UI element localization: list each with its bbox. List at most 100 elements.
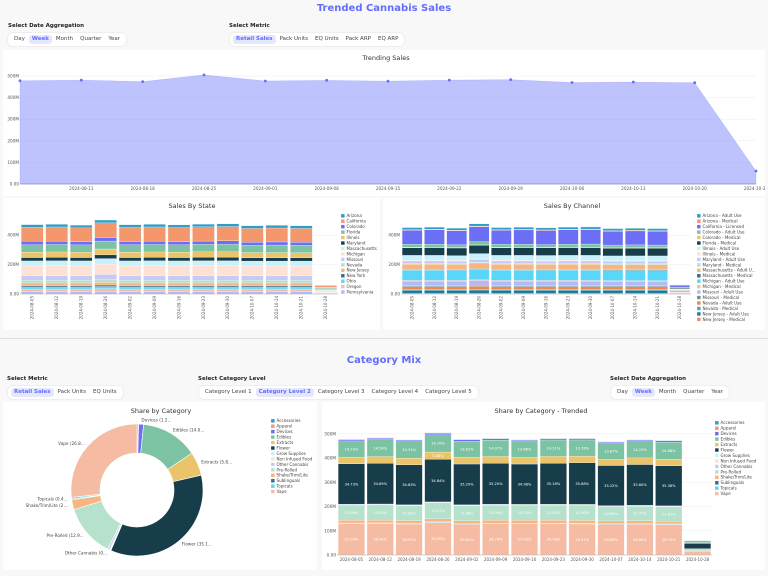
option-category-level-5[interactable]: Category Level 5 <box>422 388 475 397</box>
option-day[interactable]: Day <box>614 388 631 397</box>
legend-item[interactable]: New York <box>340 273 366 278</box>
legend-item[interactable]: Grow Supplies <box>714 453 750 458</box>
legend-item[interactable]: Grow Supplies <box>270 451 306 456</box>
option-quarter[interactable]: Quarter <box>680 388 707 397</box>
legend-item[interactable]: Apparel <box>270 424 292 429</box>
legend-item[interactable]: Vape <box>270 489 287 494</box>
legend-item[interactable]: Maryland - Adult Use <box>696 257 746 262</box>
option-quarter[interactable]: Quarter <box>77 35 104 44</box>
legend-item[interactable]: Other Cannabis <box>270 462 308 467</box>
legend-item[interactable]: Accessories <box>714 420 745 425</box>
option-eq-units[interactable]: EQ Units <box>312 35 342 44</box>
legend-item[interactable]: Devices <box>714 431 737 436</box>
legend-item[interactable]: Extracts <box>270 440 293 445</box>
option-pack-units[interactable]: Pack Units <box>55 388 89 397</box>
legend-item[interactable]: Missouri - Adult Use <box>696 290 744 295</box>
category-date-aggregation-selector[interactable]: Day Week Month Quarter Year <box>610 385 731 400</box>
share-by-category-chart[interactable]: Share by Category Devices (1.2...Edibles … <box>3 402 317 570</box>
legend-item[interactable]: Massachusetts - Medical <box>696 273 753 278</box>
bar-segment <box>290 225 313 229</box>
legend-item[interactable]: Nevada - Medical <box>696 306 738 311</box>
legend-item[interactable]: Florida - Medical <box>696 240 736 245</box>
legend-item[interactable]: New Jersey <box>340 268 370 273</box>
legend-item[interactable]: Michigan - Medical <box>696 284 741 289</box>
legend-item[interactable]: Flower <box>270 445 290 450</box>
legend-item[interactable]: Sublinguals <box>270 478 300 483</box>
legend-item[interactable]: Apparel <box>714 426 736 431</box>
category-level-selector[interactable]: Category Level 1 Category Level 2 Category… <box>198 385 479 400</box>
legend-item[interactable]: Arizona - Adult Use <box>696 213 742 218</box>
legend-item[interactable]: Maryland <box>340 240 366 245</box>
legend-item[interactable]: New Jersey - Medical <box>696 317 745 322</box>
legend-item[interactable]: Illinois - Adult Use <box>696 246 740 251</box>
legend-item[interactable]: New Jersey - Adult Use <box>696 311 749 316</box>
legend-item[interactable]: Flower <box>714 447 734 452</box>
legend-item[interactable]: Illinois <box>340 235 360 240</box>
legend-item[interactable]: Topicals <box>270 484 293 489</box>
trend-point <box>754 169 758 173</box>
option-year[interactable]: Year <box>105 35 123 44</box>
legend-item[interactable]: Non Infused Food <box>270 456 313 461</box>
option-retail-sales[interactable]: Retail Sales <box>233 35 276 44</box>
legend-item[interactable]: Missouri - Medical <box>696 295 739 300</box>
option-pack-units[interactable]: Pack Units <box>277 35 311 44</box>
option-category-level-3[interactable]: Category Level 3 <box>315 388 368 397</box>
option-pack-arp[interactable]: Pack ARP <box>343 35 374 44</box>
option-category-level-4[interactable]: Category Level 4 <box>369 388 422 397</box>
legend-item[interactable]: Maryland - Medical <box>696 262 741 267</box>
date-aggregation-selector[interactable]: Day Week Month Quarter Year <box>7 32 128 47</box>
legend-item[interactable]: Arizona <box>340 213 362 218</box>
legend-item[interactable]: Michigan - Adult Use <box>696 279 745 284</box>
metric-selector[interactable]: Retail Sales Pack Units EQ Units Pack ARP EQ… <box>229 32 406 47</box>
option-eq-arp[interactable]: EQ ARP <box>375 35 401 44</box>
category-metric-selector[interactable]: Retail Sales Pack Units EQ Units <box>7 385 124 400</box>
legend-item[interactable]: Edibles <box>714 437 735 442</box>
legend-item[interactable]: Colorado - Adult Use <box>696 230 745 235</box>
legend-item[interactable]: California - Licensed <box>696 224 744 229</box>
legend-item[interactable]: Oregon <box>340 284 362 289</box>
legend-item[interactable]: Non Infused Food <box>714 458 757 463</box>
legend-item[interactable]: Extracts <box>714 442 737 447</box>
option-day[interactable]: Day <box>11 35 28 44</box>
sales-by-state-chart[interactable]: Sales By State 0.00 200M 400M 2024-08-05 2024… <box>3 198 380 330</box>
legend-item[interactable]: Nevada - Adult Use <box>696 300 742 305</box>
legend-item[interactable]: Shake/Trim/Lite <box>270 473 308 478</box>
legend-item[interactable]: Illinois - Medical <box>696 251 735 256</box>
legend-item[interactable]: Sublinguals <box>714 480 744 485</box>
sales-by-channel-chart[interactable]: Sales By Channel 0.00 200M 400M 2024-08-05 20… <box>383 198 765 330</box>
legend-item[interactable]: Michigan <box>340 251 365 256</box>
legend-item[interactable]: Ohio <box>340 279 356 284</box>
option-week[interactable]: Week <box>28 35 52 44</box>
legend-item[interactable]: California <box>340 219 366 224</box>
legend-item[interactable]: Massachusetts <box>340 246 377 251</box>
trending-sales-chart[interactable]: Trending Sales 0.00 100M 200M 300M 400M 500M 20… <box>3 50 768 196</box>
option-year[interactable]: Year <box>708 388 726 397</box>
legend-item[interactable]: Other Cannabis <box>714 464 752 469</box>
share-by-category-trended-chart[interactable]: Share by Category - Trended 0.00 100M 200M 3… <box>322 402 765 570</box>
legend-item[interactable]: Topicals <box>714 486 737 491</box>
legend-swatch <box>340 241 345 245</box>
legend-item[interactable]: Shake/Trim/Lite <box>714 475 752 480</box>
legend-item[interactable]: Pre-Rolled <box>714 469 741 474</box>
option-eq-units[interactable]: EQ Units <box>90 388 120 397</box>
option-week[interactable]: Week <box>631 388 655 397</box>
legend-label: Michigan - Medical <box>703 284 741 289</box>
legend-item[interactable]: Pre-Rolled <box>270 467 297 472</box>
option-category-level-1[interactable]: Category Level 1 <box>202 388 255 397</box>
legend-item[interactable]: Massachusetts - Adult U... <box>696 268 756 273</box>
legend-item[interactable]: Edibles <box>270 435 291 440</box>
legend-item[interactable]: Florida <box>340 230 361 235</box>
legend-item[interactable]: Pennsylvania <box>340 290 374 295</box>
legend-item[interactable]: Vape <box>714 491 731 496</box>
legend-item[interactable]: Missouri <box>340 257 363 262</box>
option-retail-sales[interactable]: Retail Sales <box>11 388 54 397</box>
option-category-level-2[interactable]: Category Level 2 <box>255 388 314 397</box>
legend-item[interactable]: Colorado <box>340 224 365 229</box>
option-month[interactable]: Month <box>53 35 76 44</box>
legend-item[interactable]: Nevada <box>340 262 363 267</box>
legend-item[interactable]: Devices <box>270 429 293 434</box>
legend-item[interactable]: Colorado - Medical <box>696 235 741 240</box>
legend-item[interactable]: Accessories <box>270 418 301 423</box>
legend-item[interactable]: Arizona - Medical <box>696 219 738 224</box>
option-month[interactable]: Month <box>656 388 679 397</box>
